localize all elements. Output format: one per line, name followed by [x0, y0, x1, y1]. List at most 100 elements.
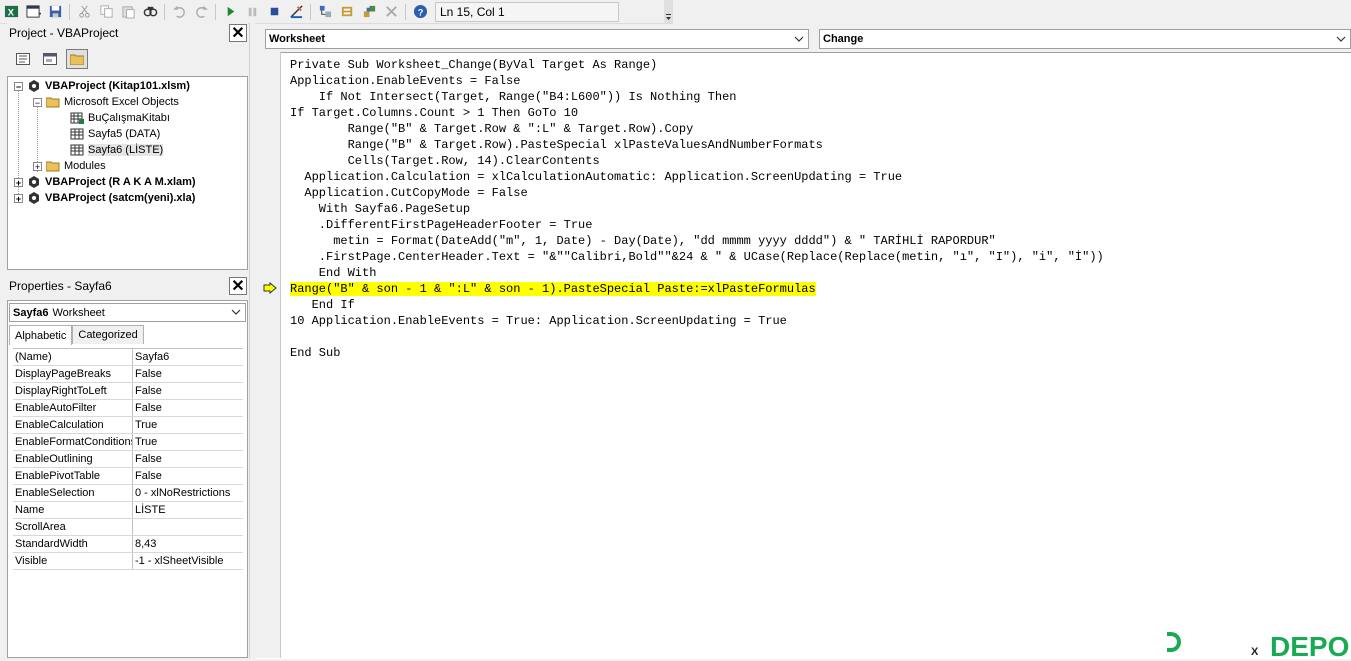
chevron-down-icon[interactable]	[230, 306, 242, 321]
code-line[interactable]	[290, 329, 1104, 345]
property-row[interactable]: (Name) Sayfa6	[13, 349, 243, 366]
code-line[interactable]: With Sayfa6.PageSetup	[290, 201, 1104, 217]
expand-icon[interactable]: +	[33, 161, 42, 171]
code-line[interactable]: End If	[290, 297, 1104, 313]
close-icon[interactable]: ✕	[229, 24, 247, 42]
tree-item-label: Sayfa6 (LİSTE)	[88, 144, 164, 156]
object-selector-dropdown[interactable]: Sayfa6 Worksheet	[9, 303, 246, 322]
property-row[interactable]: EnableAutoFilter False	[13, 400, 243, 417]
code-line-current[interactable]: Range("B" & son - 1 & ":L" & son - 1).Pa…	[290, 281, 1104, 297]
margin-indicator-bar[interactable]	[256, 52, 281, 658]
code-line[interactable]: End With	[290, 265, 1104, 281]
code-line[interactable]: Application.Calculation = xlCalculationA…	[290, 169, 1104, 185]
cut-icon[interactable]	[74, 2, 94, 22]
property-row[interactable]: EnableCalculation True	[13, 417, 243, 434]
view-object-icon[interactable]	[39, 49, 61, 69]
property-value[interactable]: 0 - xlNoRestrictions	[133, 485, 243, 501]
property-row[interactable]: Visible -1 - xlSheetVisible	[13, 553, 243, 570]
toolbar-separator	[405, 3, 406, 20]
property-value[interactable]: False	[133, 400, 243, 416]
property-value[interactable]: False	[133, 451, 243, 467]
code-line[interactable]: 10 Application.EnableEvents = True: Appl…	[290, 313, 1104, 329]
tree-item-thisworkbook[interactable]: BuÇalışmaKitabı	[70, 110, 170, 126]
undo-icon[interactable]	[169, 2, 189, 22]
property-row[interactable]: EnableFormatConditions True	[13, 434, 243, 451]
property-row[interactable]: ScrollArea	[13, 519, 243, 536]
property-value[interactable]: -1 - xlSheetVisible	[133, 553, 243, 569]
property-row[interactable]: EnableOutlining False	[13, 451, 243, 468]
property-value[interactable]: False	[133, 366, 243, 382]
tree-item-modules[interactable]: + Modules	[33, 158, 106, 174]
procedure-combo[interactable]: Change	[819, 29, 1351, 49]
property-row[interactable]: EnableSelection 0 - xlNoRestrictions	[13, 485, 243, 502]
tree-item-label: VBAProject (R A K A M.xlam)	[45, 176, 196, 188]
code-line[interactable]: Application.CutCopyMode = False	[290, 185, 1104, 201]
chevron-down-icon[interactable]	[1334, 32, 1348, 46]
tree-item-vbaproject-satcm[interactable]: + VBAProject (satcm(yeni).xla)	[14, 190, 195, 206]
code-line[interactable]: .FirstPage.CenterHeader.Text = "&""Calib…	[290, 249, 1104, 265]
property-row[interactable]: DisplayRightToLeft False	[13, 383, 243, 400]
tree-item-sayfa5[interactable]: Sayfa5 (DATA)	[70, 126, 160, 142]
collapse-icon[interactable]: −	[14, 81, 23, 91]
tree-item-excel-objects[interactable]: − Microsoft Excel Objects	[33, 94, 179, 110]
property-value[interactable]: True	[133, 417, 243, 433]
find-icon[interactable]	[140, 2, 160, 22]
property-name: StandardWidth	[13, 536, 133, 552]
save-icon[interactable]	[45, 2, 65, 22]
tab-alphabetic[interactable]: Alphabetic	[9, 325, 73, 345]
code-line[interactable]: End Sub	[290, 345, 1104, 361]
view-code-icon[interactable]	[12, 49, 34, 69]
code-line[interactable]: Application.EnableEvents = False	[290, 73, 1104, 89]
run-icon[interactable]	[220, 2, 240, 22]
break-icon[interactable]	[242, 2, 262, 22]
property-value[interactable]	[133, 519, 243, 535]
expand-icon[interactable]: +	[14, 193, 23, 203]
code-line[interactable]: Range("B" & Target.Row).PasteSpecial xlP…	[290, 137, 1104, 153]
properties-icon[interactable]	[337, 2, 357, 22]
property-value[interactable]: False	[133, 383, 243, 399]
property-value[interactable]: False	[133, 468, 243, 484]
code-text[interactable]: Private Sub Worksheet_Change(ByVal Targe…	[290, 57, 1104, 361]
toggle-folders-icon[interactable]	[66, 49, 88, 69]
code-line[interactable]: metin = Format(DateAdd("m", 1, Date) - D…	[290, 233, 1104, 249]
property-value[interactable]: True	[133, 434, 243, 450]
toolbox-icon[interactable]	[381, 2, 401, 22]
tab-categorized[interactable]: Categorized	[72, 325, 144, 344]
chevron-down-icon[interactable]	[792, 32, 806, 46]
close-icon[interactable]: ✕	[229, 277, 247, 295]
code-line[interactable]: Cells(Target.Row, 14).ClearContents	[290, 153, 1104, 169]
code-line[interactable]: .DifferentFirstPageHeaderFooter = True	[290, 217, 1104, 233]
property-name: EnableAutoFilter	[13, 400, 133, 416]
code-line[interactable]: If Target.Columns.Count > 1 Then GoTo 10	[290, 105, 1104, 121]
property-row[interactable]: StandardWidth 8,43	[13, 536, 243, 553]
pane-splitter[interactable]	[249, 23, 255, 658]
cursor-position-status: Ln 15, Col 1	[435, 1, 619, 22]
collapse-icon[interactable]: −	[33, 97, 42, 107]
property-row[interactable]: DisplayPageBreaks False	[13, 366, 243, 383]
project-explorer-icon[interactable]	[315, 2, 335, 22]
code-line[interactable]: If Not Intersect(Target, Range("B4:L600"…	[290, 89, 1104, 105]
paste-icon[interactable]	[118, 2, 138, 22]
excel-icon[interactable]: X	[1, 2, 21, 22]
copy-icon[interactable]	[96, 2, 116, 22]
tree-item-sayfa6[interactable]: Sayfa6 (LİSTE)	[70, 142, 164, 158]
property-value[interactable]: LİSTE	[133, 502, 243, 518]
code-line[interactable]: Range("B" & Target.Row & ":L" & Target.R…	[290, 121, 1104, 137]
property-value[interactable]: Sayfa6	[133, 349, 243, 365]
design-mode-icon[interactable]	[286, 2, 306, 22]
help-icon[interactable]: ?	[410, 2, 430, 22]
insert-userform-icon[interactable]	[23, 2, 43, 22]
property-row[interactable]: EnablePivotTable False	[13, 468, 243, 485]
object-browser-icon[interactable]	[359, 2, 379, 22]
redo-icon[interactable]	[191, 2, 211, 22]
toolbar-grip-icon[interactable]	[664, 0, 673, 23]
object-combo[interactable]: Worksheet	[265, 29, 809, 49]
tree-item-vbaproject-kitap101[interactable]: − VBAProject (Kitap101.xlsm)	[14, 78, 190, 94]
reset-icon[interactable]	[264, 2, 284, 22]
property-value[interactable]: 8,43	[133, 536, 243, 552]
property-row[interactable]: Name LİSTE	[13, 502, 243, 519]
code-line[interactable]: Private Sub Worksheet_Change(ByVal Targe…	[290, 57, 1104, 73]
tree-item-vbaproject-rakam[interactable]: + VBAProject (R A K A M.xlam)	[14, 174, 196, 190]
workbook-icon	[70, 111, 84, 125]
expand-icon[interactable]: +	[14, 177, 23, 187]
